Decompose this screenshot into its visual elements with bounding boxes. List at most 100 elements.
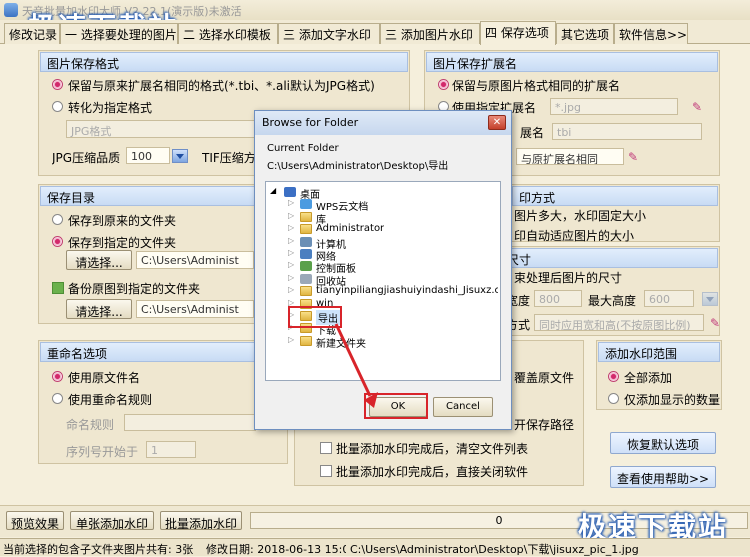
clear-list-label: 批量添加水印完成后，清空文件列表 [336, 442, 529, 456]
tree-expand-icon[interactable]: ▷ [288, 211, 294, 220]
folder-icon [300, 286, 312, 297]
use-rename-rule-radio[interactable] [52, 393, 63, 404]
view-help-button[interactable]: 查看使用帮助>> [610, 466, 716, 488]
close-app-label: 批量添加水印完成后，直接关闭软件 [336, 465, 529, 479]
edit-ext-icon[interactable]: ✎ [690, 100, 704, 114]
mode-select[interactable]: 同时应用宽和高(不按原图比例) [534, 314, 704, 331]
close-app-checkbox[interactable] [320, 465, 332, 477]
keep-format-radio[interactable] [52, 79, 63, 90]
overwrite-label: 覆盖原文件 [514, 371, 575, 385]
cloud-icon [300, 199, 312, 210]
range-shown-radio[interactable] [608, 393, 619, 404]
save-path-input[interactable]: C:\Users\Administ [136, 251, 254, 269]
current-folder-label: Current Folder [267, 143, 339, 154]
range-all-radio[interactable] [608, 371, 619, 382]
same-ext-select[interactable]: 与原扩展名相同 [516, 148, 624, 165]
jpg-quality-label: JPG压缩品质 [52, 151, 121, 165]
dialog-title: Browse for Folder [255, 111, 511, 135]
format-select[interactable]: JPG格式 [66, 120, 276, 138]
desktop-icon [284, 187, 296, 197]
open-path-label: 开保存路径 [514, 418, 575, 432]
tree-expand-icon[interactable]: ▷ [288, 198, 294, 207]
choose-folder-button[interactable]: 请选择... [66, 250, 132, 270]
convert-format-radio[interactable] [52, 101, 63, 112]
batch-add-button[interactable]: 批量添加水印 [160, 511, 242, 530]
convert-format-label: 转化为指定格式 [68, 101, 153, 115]
size-desc-label: 束处理后图片的尺寸 [514, 271, 623, 285]
max-height-label: 最大高度 [588, 294, 637, 308]
tree-collapse-icon[interactable]: ◢ [270, 186, 276, 195]
tree-item-label[interactable]: tianyinpiliangjiashuiyindashi_Jisuxz.com [316, 285, 498, 296]
tif-compress-label: TIF压缩方 [202, 151, 254, 165]
tree-expand-icon[interactable]: ▷ [288, 248, 294, 257]
wm-method-header: 印方式 [512, 186, 718, 206]
tab-template[interactable]: 二 选择水印模板 [178, 23, 278, 44]
tab-save-options[interactable]: 四 保存选项 [480, 21, 556, 45]
jpg-quality-dropdown-icon[interactable] [172, 149, 188, 163]
keep-ext-label: 保留与原图片格式相同的扩展名 [452, 79, 621, 93]
tab-software-info[interactable]: 软件信息>> [614, 23, 688, 44]
close-icon[interactable]: ✕ [488, 115, 506, 130]
status-bar: 当前选择的包含子文件夹图片共有: 3张 修改日期: 2018-06-13 15:… [0, 538, 750, 556]
user-folder-icon [300, 224, 312, 235]
status-file-path: C:\Users\Administrator\Desktop\下载\jisuxz… [350, 543, 639, 556]
width-input[interactable]: 800 [534, 290, 582, 307]
pointer-arrow-icon [334, 323, 378, 408]
restore-defaults-button[interactable]: 恢复默认选项 [610, 432, 716, 454]
wm-fixed-size-label: 图片多大，水印固定大小 [514, 209, 647, 223]
size-dropdown-icon[interactable] [702, 292, 718, 306]
ext-label-partial: 展名 [520, 126, 545, 140]
save-format-header: 图片保存格式 [40, 52, 408, 72]
rename-rule-input[interactable] [124, 414, 256, 431]
tree-item-label[interactable]: Administrator [316, 223, 384, 234]
cancel-button[interactable]: Cancel [433, 397, 493, 417]
backup-path-input[interactable]: C:\Users\Administ [136, 300, 254, 318]
computer-icon [300, 236, 312, 247]
backup-label: 备份原图到指定的文件夹 [68, 282, 201, 296]
tree-expand-icon[interactable]: ▷ [288, 273, 294, 282]
save-ext-header: 图片保存扩展名 [426, 52, 718, 72]
library-icon [300, 211, 312, 222]
tree-expand-icon[interactable]: ▷ [288, 223, 294, 232]
wm-auto-size-label: 印自动适应图片的大小 [514, 229, 635, 243]
single-add-button[interactable]: 单张添加水印 [70, 511, 154, 530]
preview-button[interactable]: 预览效果 [6, 511, 64, 530]
tab-history[interactable]: 修改记录 [4, 23, 60, 44]
seq-start-label: 序列号开始于 [66, 445, 139, 459]
tab-other-options[interactable]: 其它选项 [556, 23, 614, 44]
save-specified-label: 保存到指定的文件夹 [68, 236, 177, 250]
status-selected-count: 当前选择的包含子文件夹图片共有: 3张 [3, 543, 194, 556]
network-icon [300, 249, 312, 259]
app-icon [4, 3, 18, 17]
tab-select-images[interactable]: 一 选择要处理的图片 [60, 23, 178, 44]
keep-format-label: 保留与原来扩展名相同的格式(*.tbi、*.ali默认为JPG格式) [68, 79, 375, 93]
clear-list-checkbox[interactable] [320, 442, 332, 454]
keep-ext-radio[interactable] [438, 79, 449, 90]
edit-same-ext-icon[interactable]: ✎ [626, 150, 640, 164]
tree-expand-icon[interactable]: ▷ [288, 285, 294, 294]
save-original-radio[interactable] [52, 214, 63, 225]
current-folder-path: C:\Users\Administrator\Desktop\导出 [267, 161, 449, 172]
ext-input[interactable]: *.jpg [550, 98, 678, 115]
save-specified-radio[interactable] [52, 236, 63, 247]
seq-start-input[interactable]: 1 [146, 441, 196, 458]
use-rename-rule-label: 使用重命名规则 [68, 393, 153, 407]
tree-expand-icon[interactable]: ▷ [288, 260, 294, 269]
tree-expand-icon[interactable]: ▷ [288, 335, 294, 344]
range-shown-label: 仅添加显示的数量 [624, 393, 721, 407]
edit-mode-icon[interactable]: ✎ [708, 316, 722, 330]
jpg-quality-input[interactable]: 100 [126, 147, 170, 164]
size-header: 尺寸 [500, 248, 718, 268]
tree-expand-icon[interactable]: ▷ [288, 236, 294, 245]
use-original-name-radio[interactable] [52, 371, 63, 382]
tab-text-watermark[interactable]: 三 添加文字水印 [278, 23, 380, 44]
choose-backup-folder-button[interactable]: 请选择... [66, 299, 132, 319]
tab-image-watermark[interactable]: 三 添加图片水印 [380, 23, 480, 44]
backup-checkbox[interactable] [52, 282, 64, 294]
max-height-input[interactable]: 600 [644, 290, 694, 307]
rename-header: 重命名选项 [40, 342, 286, 362]
tab-bar: 修改记录 一 选择要处理的图片 二 选择水印模板 三 添加文字水印 三 添加图片… [0, 20, 750, 45]
rename-rule-label: 命名规则 [66, 418, 115, 432]
save-original-label: 保存到原来的文件夹 [68, 214, 177, 228]
ext-input-2[interactable]: tbi [552, 123, 702, 140]
